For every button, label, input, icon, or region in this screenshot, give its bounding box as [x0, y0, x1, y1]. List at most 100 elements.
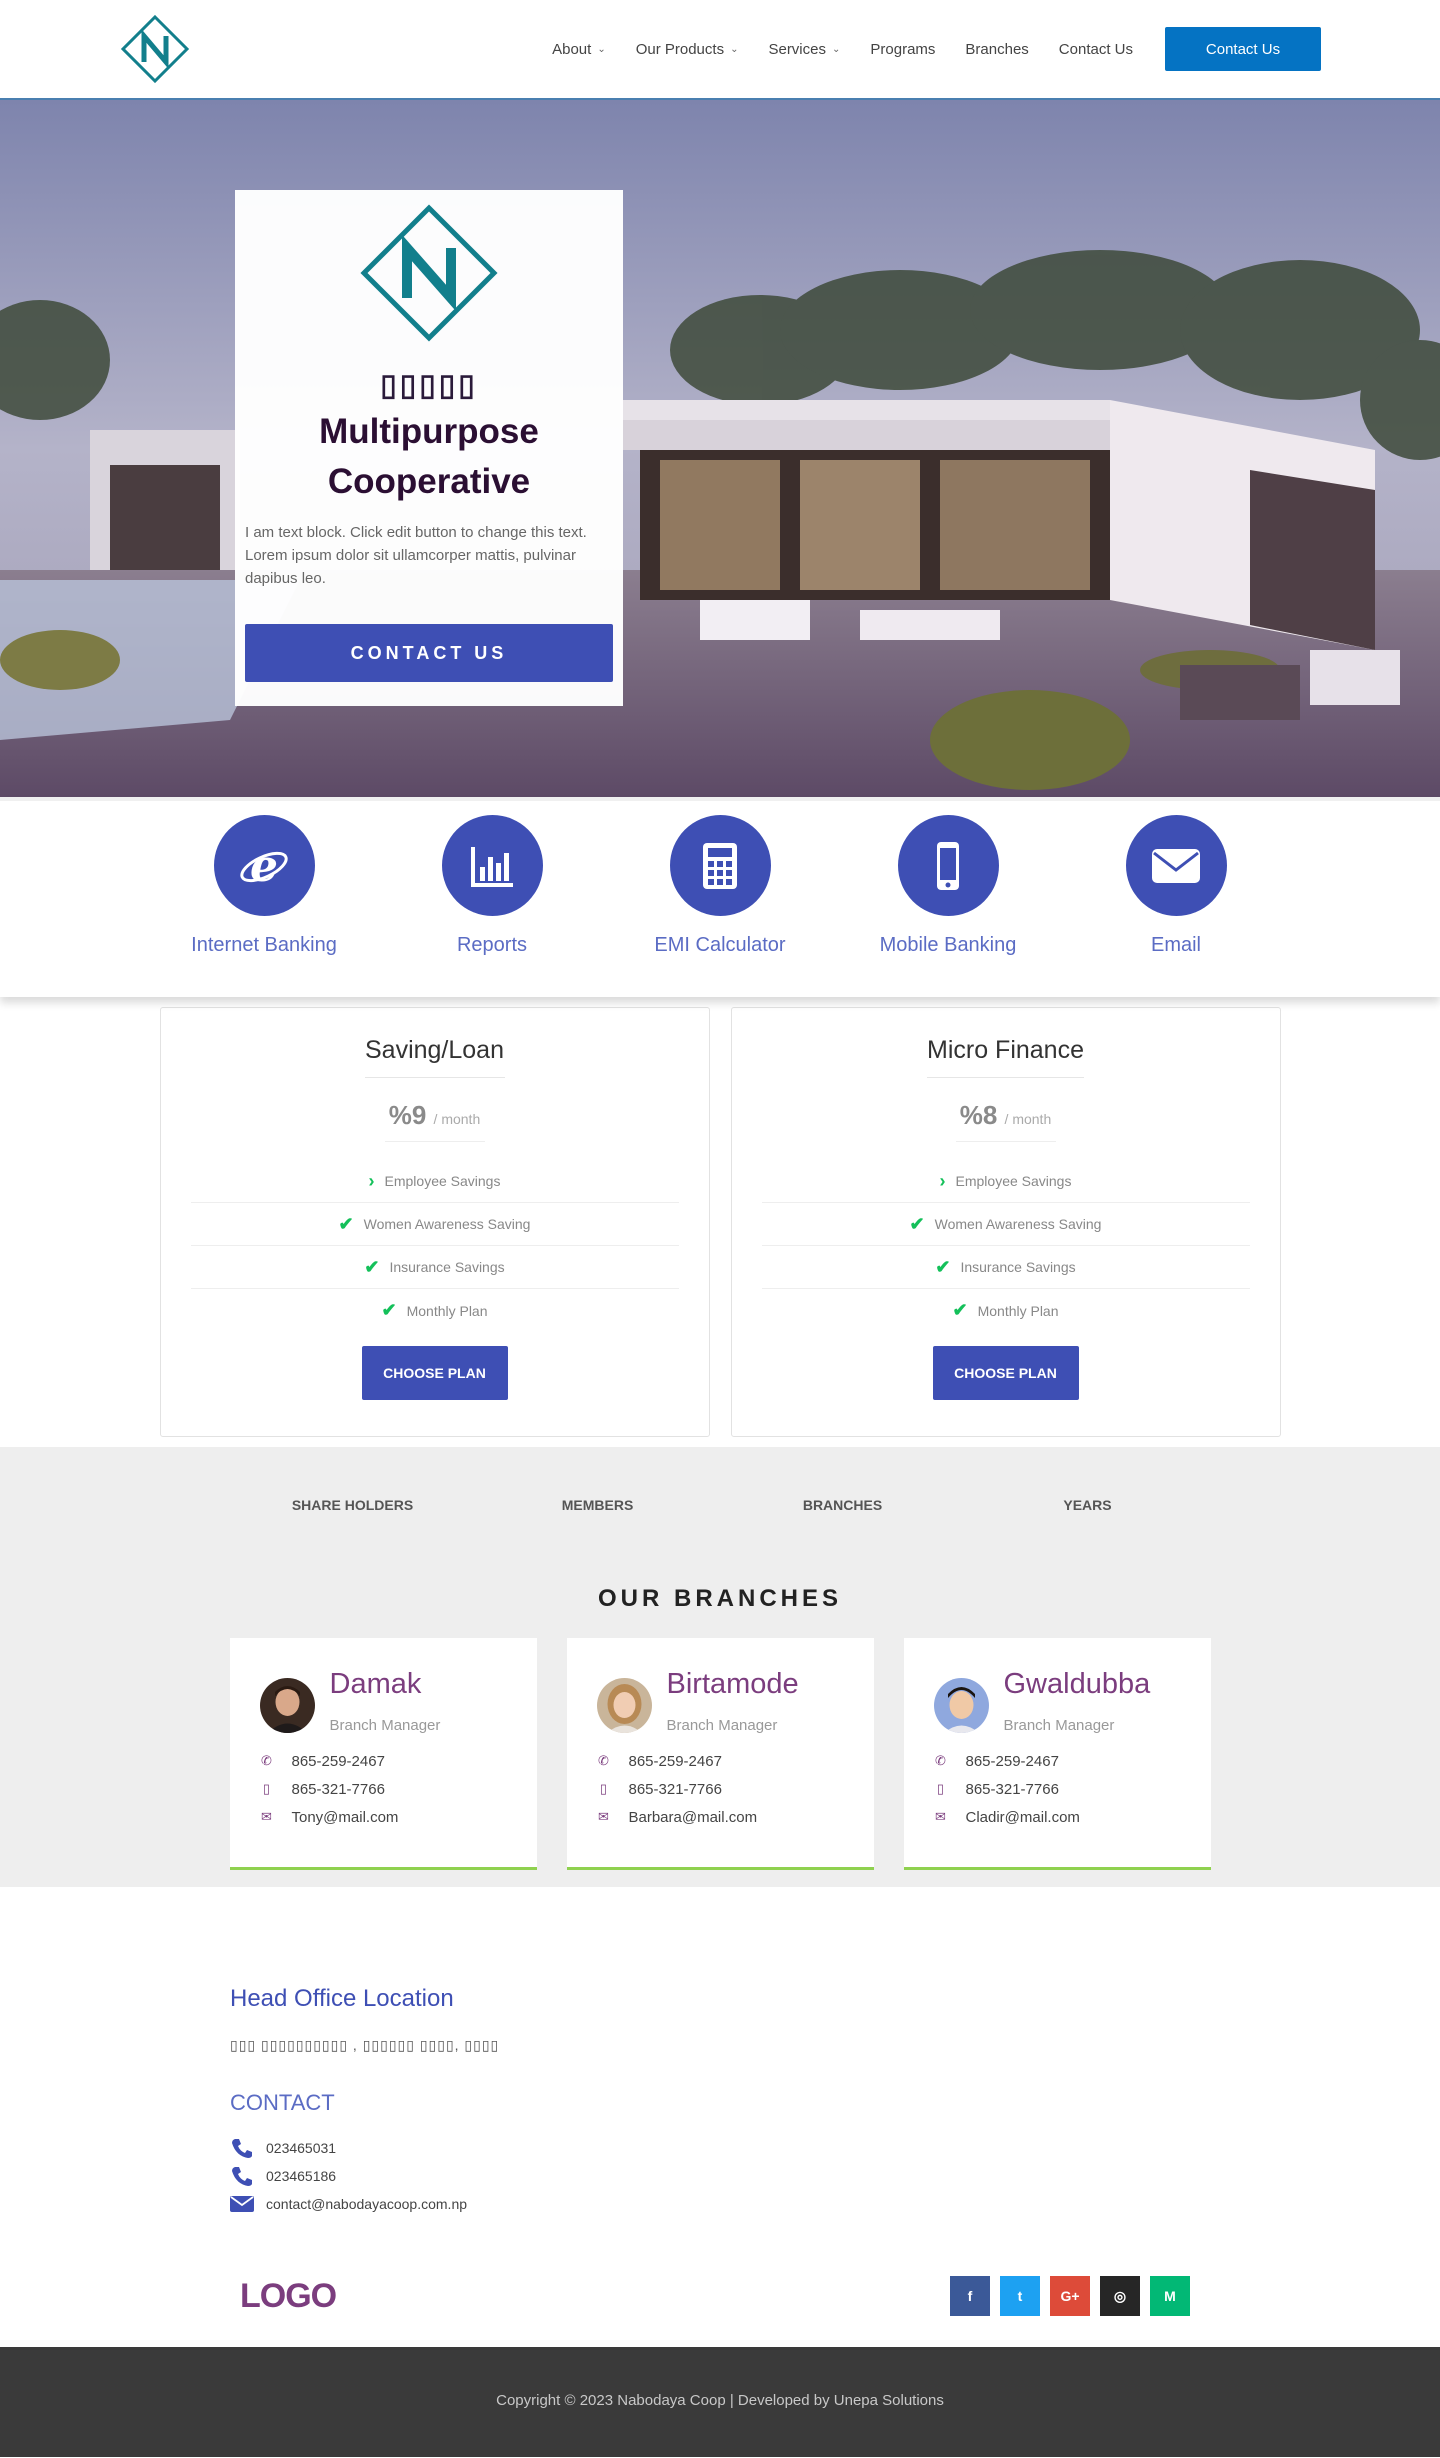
nav-our-products-label: Our Products [635, 40, 725, 58]
service-mobile-banking[interactable]: Mobile Banking [880, 815, 1016, 997]
phone-icon: ✆ [598, 1753, 609, 1768]
envelope-icon: ✉ [935, 1809, 946, 1824]
branch-phone-value: 865-259-2467 [965, 1752, 1059, 1770]
plan-feature-label: Monthly Plan [406, 1302, 488, 1319]
check-icon: ✔ [338, 1213, 354, 1234]
plan-card-saving-loan: Saving/Loan %9 / month › Employee Savings… [159, 1007, 710, 1437]
branch-card: Damak Branch Manager ✆ 865-259-2467 ▯ 865-… [229, 1638, 537, 1870]
main-nav: About ⌄ Our Products ⌄ Services ⌄ Progra… [552, 27, 1321, 71]
branch-card: Gwaldubba Branch Manager ✆ 865-259-2467 ▯… [903, 1638, 1211, 1870]
nav-programs[interactable]: Programs [870, 41, 935, 58]
check-icon: ✔ [909, 1213, 925, 1234]
head-office-address: ▯▯▯ ▯▯▯▯▯▯▯▯▯▯ , ▯▯▯▯▯▯ ▯▯▯▯, ▯▯▯▯ [230, 2037, 500, 2053]
hero-tagline: ▯▯▯▯▯ [380, 369, 478, 402]
service-circle [897, 815, 999, 916]
branch-email[interactable]: ✉ Cladir@mail.com [934, 1803, 1181, 1831]
contact-phone-2[interactable]: 023465186 [230, 2162, 1440, 2190]
contact-list: 023465031 023465186 contact@nabodayacoop… [230, 2134, 1440, 2218]
contact-title: CONTACT [230, 2090, 335, 2115]
branch-email[interactable]: ✉ Tony@mail.com [260, 1803, 507, 1831]
nav-branches[interactable]: Branches [965, 41, 1028, 58]
service-email[interactable]: Email [1125, 815, 1227, 997]
bar-chart-icon [471, 846, 513, 887]
hero-contact-button[interactable]: CONTACT US [245, 624, 613, 682]
choose-plan-button[interactable]: CHOOSE PLAN [932, 1346, 1079, 1400]
mobile-icon: ▯ [936, 1781, 945, 1796]
plan-price: %8 / month [955, 1100, 1056, 1142]
plan-price-value: %9 [388, 1100, 427, 1130]
brand-logo-icon[interactable] [120, 14, 190, 84]
envelope-icon: ✉ [598, 1809, 609, 1824]
contact-phone-2-value: 023465186 [266, 2168, 337, 2184]
service-internet-banking[interactable]: e Internet Banking [191, 815, 337, 997]
plan-features: › Employee Savings ✔ Women Awareness Savin… [761, 1160, 1250, 1332]
plan-title: Micro Finance [927, 1036, 1084, 1078]
plan-feature-label: Employee Savings [384, 1173, 501, 1189]
contact-email-value: contact@nabodayacoop.com.np [266, 2196, 468, 2212]
phone-icon [232, 2167, 252, 2186]
service-reports[interactable]: Reports [441, 815, 543, 997]
stats-branches-section: SHARE HOLDERS MEMBERS BRANCHES YEARS OUR… [0, 1447, 1440, 1887]
copyright-bar: Copyright © 2023 Nabodaya Coop | Develop… [0, 2347, 1440, 2457]
service-circle [1125, 815, 1227, 916]
plan-feature: ✔ Monthly Plan [191, 1289, 679, 1332]
plan-feature-label: Women Awareness Saving [363, 1216, 531, 1232]
branch-phone[interactable]: ✆ 865-259-2467 [934, 1747, 1181, 1775]
head-office-title: Head Office Location [230, 1985, 454, 2012]
header-contact-button[interactable]: Contact Us [1165, 27, 1321, 71]
plan-price-period: / month [1004, 1111, 1052, 1127]
chevron-down-icon: ⌄ [832, 43, 841, 55]
stats-row: SHARE HOLDERS MEMBERS BRANCHES YEARS [0, 1497, 1440, 1513]
footer-logo[interactable]: LOGO [240, 2277, 337, 2316]
plan-title: Saving/Loan [364, 1036, 505, 1078]
contact-phone-1[interactable]: 023465031 [230, 2134, 1440, 2162]
branch-mobile-value: 865-321-7766 [965, 1780, 1059, 1798]
hero-title-line2: Cooperative [327, 462, 531, 501]
phone-icon [232, 2139, 252, 2158]
branch-role: Branch Manager [329, 1717, 441, 1734]
hero-card: ▯▯▯▯▯ Multipurpose Cooperative I am text… [235, 190, 623, 706]
services-bar: e Internet Banking Reports EMI Calculato… [0, 797, 1440, 997]
branch-mobile[interactable]: ▯ 865-321-7766 [597, 1775, 844, 1803]
branch-mobile[interactable]: ▯ 865-321-7766 [260, 1775, 507, 1803]
service-label: Reports [456, 934, 528, 956]
nav-about[interactable]: About ⌄ [552, 41, 606, 58]
google-plus-icon[interactable]: G+ [1050, 2276, 1090, 2316]
nav-services[interactable]: Services ⌄ [768, 41, 840, 58]
avatar [933, 1678, 989, 1733]
contact-phone-1-value: 023465031 [266, 2140, 337, 2156]
branch-email[interactable]: ✉ Barbara@mail.com [597, 1803, 844, 1831]
stat-years: YEARS [1063, 1497, 1112, 1513]
branch-mobile[interactable]: ▯ 865-321-7766 [934, 1775, 1181, 1803]
internet-explorer-icon: e [240, 841, 288, 892]
branch-email-value: Tony@mail.com [291, 1808, 399, 1826]
branch-role: Branch Manager [1003, 1717, 1115, 1734]
branch-name: Birtamode [666, 1668, 799, 1700]
nav-branches-label: Branches [965, 40, 1029, 58]
branch-phone[interactable]: ✆ 865-259-2467 [597, 1747, 844, 1775]
medium-icon[interactable]: M [1150, 2276, 1190, 2316]
branch-email-value: Cladir@mail.com [965, 1808, 1080, 1826]
mobile-phone-icon [937, 841, 959, 890]
stat-share-holders: SHARE HOLDERS [291, 1497, 414, 1513]
check-icon: ✔ [935, 1256, 951, 1277]
choose-plan-button[interactable]: CHOOSE PLAN [361, 1346, 508, 1400]
phone-icon: ✆ [261, 1753, 272, 1768]
branch-phone[interactable]: ✆ 865-259-2467 [260, 1747, 507, 1775]
branches-list: Damak Branch Manager ✆ 865-259-2467 ▯ 865-… [0, 1638, 1440, 1870]
hero-title: Multipurpose Cooperative [245, 407, 613, 507]
facebook-icon[interactable]: f [950, 2276, 990, 2316]
branch-role: Branch Manager [666, 1717, 778, 1734]
nav-contact-us[interactable]: Contact Us [1059, 41, 1133, 58]
plan-feature: ✔ Women Awareness Saving [190, 1203, 679, 1246]
service-emi-calculator[interactable]: EMI Calculator [654, 815, 786, 997]
svg-text:e: e [250, 841, 278, 892]
hero-house-image [0, 100, 1440, 797]
nav-programs-label: Programs [870, 40, 936, 58]
contact-email[interactable]: contact@nabodayacoop.com.np [230, 2190, 1440, 2218]
twitter-icon[interactable]: t [1000, 2276, 1040, 2316]
service-circle [669, 815, 771, 916]
nav-our-products[interactable]: Our Products ⌄ [636, 41, 739, 58]
instagram-icon[interactable]: ◎ [1100, 2276, 1140, 2316]
service-label: Internet Banking [191, 934, 337, 956]
